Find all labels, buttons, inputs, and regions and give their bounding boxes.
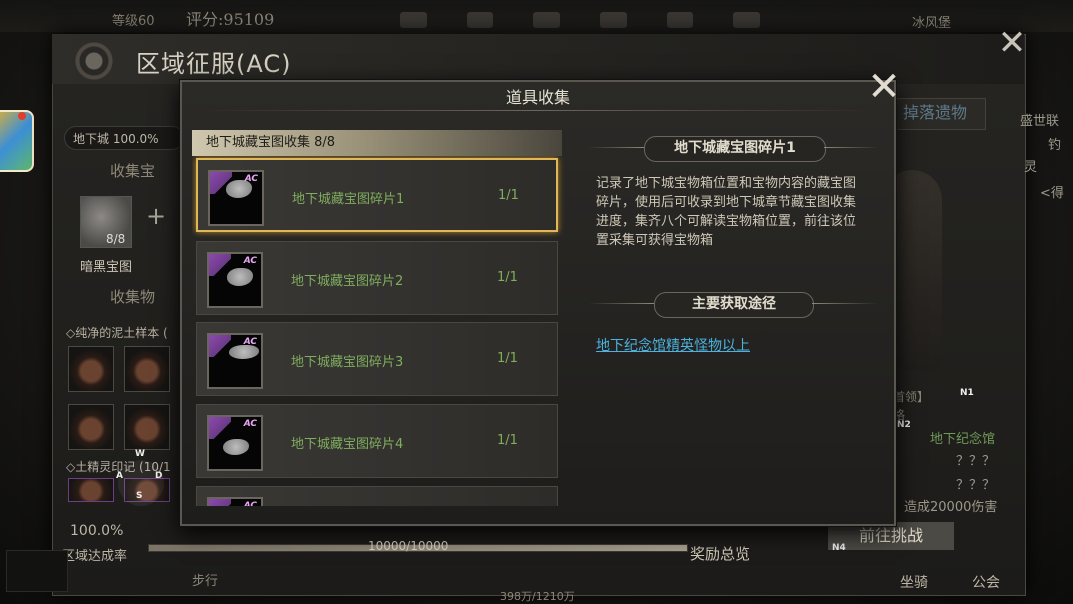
- list-item[interactable]: AC 地下城藏宝图碎片2 1/1: [196, 241, 558, 315]
- region-completion-percent: 100.0%: [70, 523, 124, 539]
- menu-icon[interactable]: [533, 12, 561, 28]
- detail-title: 地下城藏宝图碎片1: [644, 136, 826, 162]
- marker-n2: N2: [897, 420, 911, 430]
- side-text: 钓: [1048, 138, 1062, 153]
- marker-s: S: [136, 491, 143, 501]
- side-text: 盛世联: [1020, 114, 1060, 129]
- marker-w: W: [135, 449, 145, 459]
- side-text: <得: [1040, 186, 1064, 201]
- list-item[interactable]: AC: [196, 486, 558, 506]
- map-fragment-icon: AC: [207, 333, 263, 389]
- collection-header: 地下城藏宝图收集 8/8: [192, 130, 562, 156]
- close-icon[interactable]: ✕: [994, 26, 1030, 60]
- item-description: 记录了地下城宝物箱位置和宝物内容的藏宝图碎片，使用后可收录到地下城章节藏宝图收集…: [596, 176, 857, 248]
- reward-overview-button[interactable]: 奖励总览: [690, 543, 750, 564]
- side-text: 灵: [1024, 160, 1038, 175]
- soil-item-slot[interactable]: [124, 404, 170, 450]
- detail-title-row: 地下城藏宝图碎片1: [588, 136, 878, 162]
- region-tab[interactable]: 地下城 100.0%: [64, 126, 184, 150]
- unknown-condition: ？？？: [956, 454, 996, 469]
- soil-sample-label: ◇纯净的泥土样本 (: [66, 326, 168, 340]
- ac-badge: AC: [244, 174, 258, 184]
- list-item[interactable]: AC 地下城藏宝图碎片3 1/1: [196, 322, 558, 396]
- guild-button[interactable]: 公会: [972, 572, 1000, 592]
- unknown-condition: ？？？: [956, 478, 996, 493]
- collect-treasure-label: 收集宝: [110, 162, 156, 180]
- hud-icon-bar: [400, 12, 761, 30]
- activity-badge-icon[interactable]: [0, 110, 34, 172]
- ac-badge: AC: [243, 256, 257, 266]
- modal-title: 道具收集: [505, 88, 570, 107]
- map-fragment-icon: AC: [208, 170, 264, 226]
- plus-icon: +: [146, 202, 167, 230]
- walk-label[interactable]: 步行: [192, 570, 218, 589]
- player-score: 评分:95109: [186, 10, 275, 29]
- map-fragment-icon: AC: [207, 497, 263, 506]
- money-readout: 398万/1210万: [500, 590, 575, 603]
- item-count: 1/1: [497, 270, 518, 285]
- menu-icon[interactable]: [400, 12, 427, 28]
- region-completion-label: 区域达成率: [62, 549, 128, 564]
- close-icon[interactable]: ✕: [866, 67, 902, 107]
- source-link[interactable]: 地下纪念馆精英怪物以上: [596, 335, 750, 355]
- collect-items-label: 收集物: [110, 288, 156, 306]
- ac-badge: AC: [243, 337, 257, 347]
- item-count: 1/1: [497, 433, 518, 448]
- item-name: 地下城藏宝图碎片4: [291, 437, 404, 452]
- go-challenge-button[interactable]: 前往挑战: [828, 522, 954, 550]
- mount-button[interactable]: 坐骑: [900, 572, 928, 592]
- ac-badge: AC: [243, 419, 257, 429]
- menu-icon[interactable]: [666, 12, 694, 28]
- source-title-row: 主要获取途径: [588, 292, 878, 318]
- marker-n1: N1: [960, 388, 974, 398]
- region-emblem-icon: [62, 38, 126, 84]
- soil-item-slot[interactable]: [68, 404, 114, 450]
- item-name: 地下城藏宝图碎片1: [292, 192, 405, 207]
- soil-item-slot[interactable]: [68, 346, 114, 392]
- source-title: 主要获取途径: [654, 292, 814, 318]
- item-count: 1/1: [498, 188, 519, 203]
- menu-icon[interactable]: [600, 12, 627, 28]
- map-fragment-icon: AC: [207, 415, 263, 471]
- menu-icon[interactable]: [466, 12, 494, 28]
- notification-dot-icon: [18, 112, 26, 120]
- progress-text: 10000/10000: [368, 539, 449, 553]
- dungeon-name: 地下纪念馆: [930, 432, 996, 447]
- treasure-map-name: 暗黑宝图: [80, 260, 133, 275]
- system-status-widget: [6, 550, 68, 592]
- marker-n4: N4: [832, 543, 846, 553]
- list-item[interactable]: AC 地下城藏宝图碎片1 1/1: [196, 158, 558, 232]
- map-fragment-icon: AC: [207, 252, 263, 308]
- item-count: 1/1: [497, 351, 518, 366]
- server-name: 冰风堡: [912, 16, 952, 31]
- boss-label: 首领】: [893, 390, 930, 404]
- soil-item-slot[interactable]: [124, 346, 170, 392]
- spirit-item-slot[interactable]: [68, 478, 114, 502]
- damage-requirement: 造成20000伤害: [904, 500, 998, 515]
- player-level: 等级60: [112, 14, 155, 29]
- list-item[interactable]: AC 地下城藏宝图碎片4 1/1: [196, 404, 558, 478]
- window-title: 区域征服(AC): [136, 50, 292, 78]
- collection-list[interactable]: AC 地下城藏宝图碎片1 1/1 AC 地下城藏宝图碎片2 1/1 AC 地下城…: [192, 156, 566, 506]
- item-name: 地下城藏宝图碎片2: [291, 274, 404, 289]
- ac-badge: AC: [243, 501, 257, 506]
- marker-a: A: [116, 471, 123, 481]
- marker-d: D: [155, 471, 163, 481]
- treasure-map-count: 8/8: [106, 232, 126, 246]
- menu-icon[interactable]: [733, 12, 761, 28]
- divider: [200, 110, 872, 111]
- item-name: 地下城藏宝图碎片3: [291, 355, 404, 370]
